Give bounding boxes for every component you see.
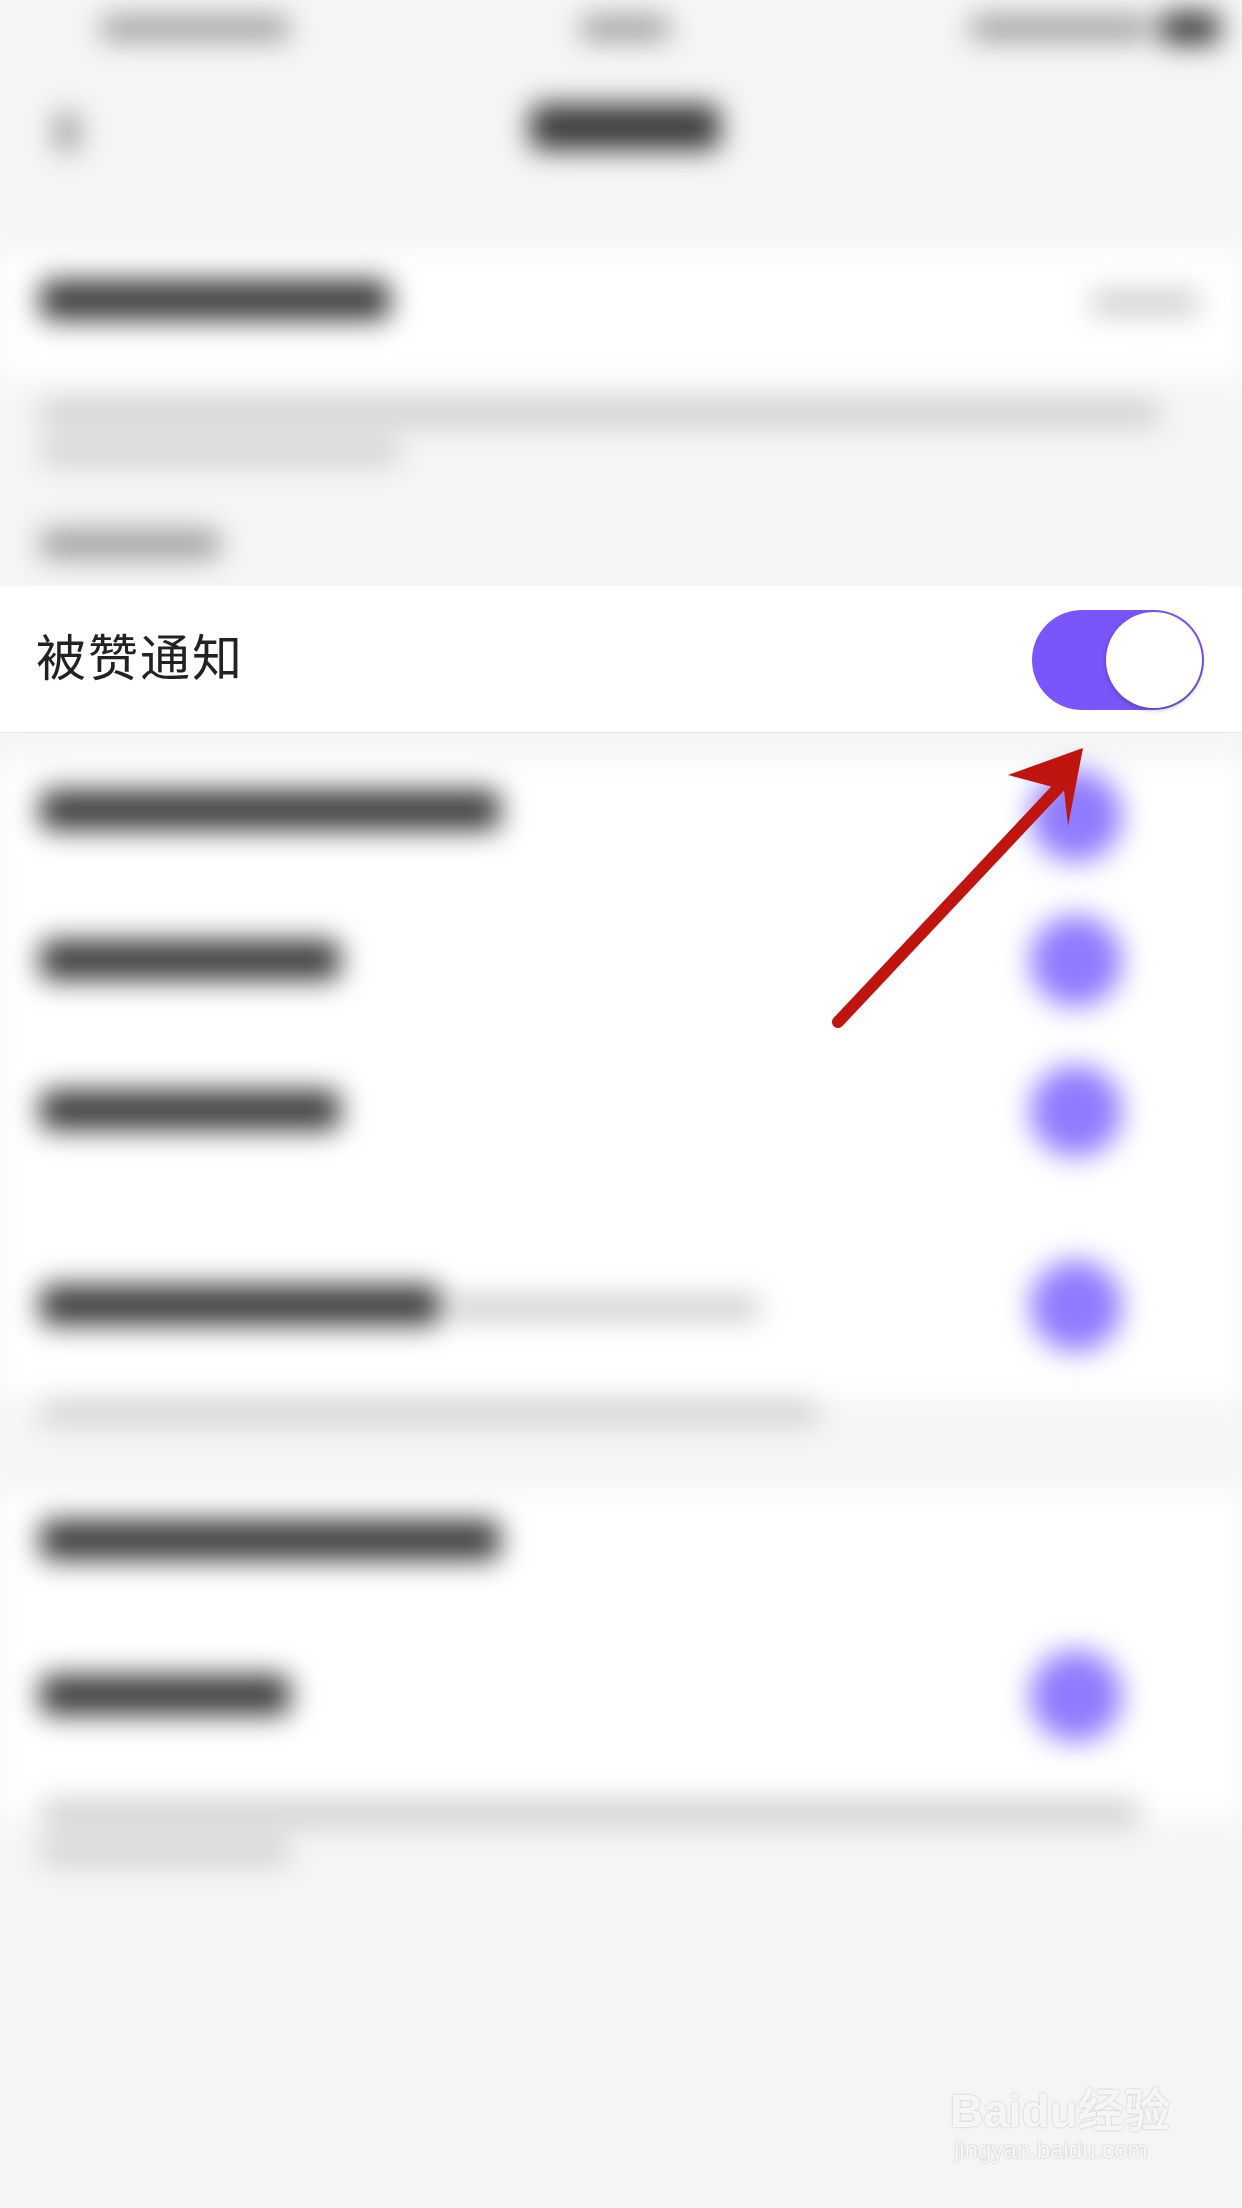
like-notification-label: 被赞通知 <box>36 630 244 688</box>
like-notification-row: 被赞通知 <box>0 586 1242 733</box>
toggle-knob <box>1106 612 1202 708</box>
like-notification-toggle[interactable] <box>1032 610 1204 710</box>
watermark-url: jingyan.baidu.com <box>954 2137 1148 2164</box>
baidu-watermark: Baidu经验 jingyan.baidu.com <box>950 2075 1220 2185</box>
watermark-brand: Baidu经验 <box>950 2085 1170 2137</box>
blurred-background <box>0 0 1242 2208</box>
